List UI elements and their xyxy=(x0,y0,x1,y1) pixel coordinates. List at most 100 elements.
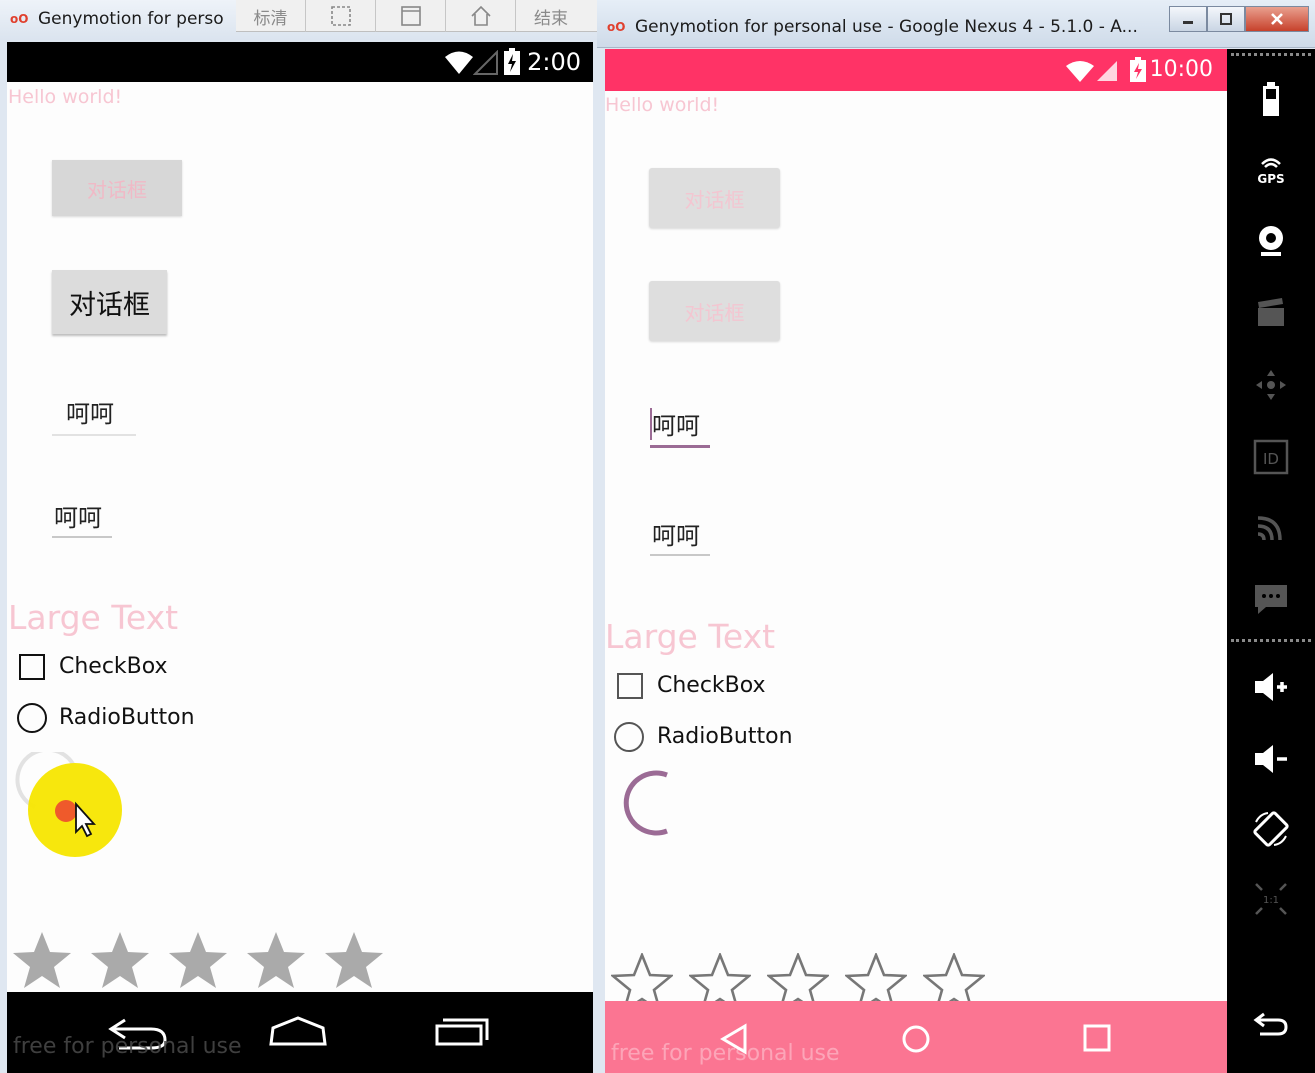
cast-widget-button[interactable] xyxy=(1249,505,1293,549)
battery-widget-button[interactable] xyxy=(1249,77,1293,121)
recents-nav-icon[interactable] xyxy=(433,1014,491,1048)
minimize-button[interactable] xyxy=(1169,6,1207,32)
checkbox-box-icon xyxy=(617,673,643,699)
back-icon xyxy=(1253,1012,1288,1036)
edit-text-2-value: 呵呵 xyxy=(652,522,700,550)
video-capture-icon xyxy=(1258,298,1284,326)
radio-label: RadioButton xyxy=(657,724,793,749)
edit-text-1-value: 呵呵 xyxy=(66,400,114,428)
left-navigation-bar xyxy=(7,992,593,1073)
dialog-button-disabled-2[interactable]: 对话框 xyxy=(649,281,780,341)
gps-widget-button[interactable]: GPS xyxy=(1249,147,1293,191)
panel-divider xyxy=(1231,53,1311,56)
dpad-icon xyxy=(1256,370,1286,400)
radio-label: RadioButton xyxy=(59,705,195,730)
checkbox-label: CheckBox xyxy=(59,654,168,679)
maximize-button[interactable] xyxy=(1207,6,1245,32)
dialog-button[interactable]: 对话框 xyxy=(52,270,167,334)
hello-world-text: Hello world! xyxy=(8,86,123,108)
volume-up-button[interactable] xyxy=(1249,665,1293,709)
window-icon xyxy=(400,6,421,26)
toolbar-quality-label: 标清 xyxy=(253,8,288,29)
left-window-title: Genymotion for perso xyxy=(38,9,224,29)
left-watermark: free for personal use xyxy=(13,1034,242,1059)
home-nav-icon[interactable] xyxy=(267,1014,329,1048)
star-icon[interactable] xyxy=(89,930,151,994)
dialog-button-disabled[interactable]: 对话框 xyxy=(52,160,182,216)
dialog-button-disabled-1[interactable]: 对话框 xyxy=(649,168,780,228)
edit-text-2-value: 呵呵 xyxy=(54,504,102,532)
right-watermark: free for personal use xyxy=(611,1041,840,1066)
right-emulator-window: oO Genymotion for personal use - Google … xyxy=(597,0,1315,1073)
dialog-button-disabled-label: 对话框 xyxy=(87,177,147,202)
close-button[interactable] xyxy=(1245,6,1309,32)
radio-circle-icon xyxy=(17,703,47,733)
svg-text:1:1: 1:1 xyxy=(1263,895,1279,906)
dialog-button-disabled-1-label: 对话框 xyxy=(684,187,745,212)
star-icon[interactable] xyxy=(11,930,73,994)
left-status-clock: 2:00 xyxy=(527,48,581,76)
right-title-bar[interactable]: oO Genymotion for personal use - Google … xyxy=(597,0,1315,48)
toolbar-quality-button[interactable]: 标清 xyxy=(236,0,306,32)
edit-text-field-1[interactable]: 呵呵 xyxy=(52,392,136,436)
left-status-bar: 2:00 xyxy=(7,42,593,82)
right-window-title: Genymotion for personal use - Google Nex… xyxy=(635,17,1138,37)
edit-text-field-2[interactable]: 呵呵 xyxy=(52,498,112,538)
large-text: Large Text xyxy=(8,598,179,637)
checkbox[interactable]: CheckBox xyxy=(19,650,189,684)
checkbox[interactable]: CheckBox xyxy=(617,669,787,703)
device-id-widget-button[interactable]: ID xyxy=(1249,435,1293,479)
battery-icon xyxy=(1263,82,1279,116)
rotate-icon xyxy=(1253,811,1289,847)
genymotion-logo-icon: oO xyxy=(607,20,626,34)
radio-button[interactable]: RadioButton xyxy=(17,700,217,736)
edit-text-field-2[interactable]: 呵呵 xyxy=(650,514,710,556)
star-icon[interactable] xyxy=(323,930,385,994)
edit-text-1-value: 呵呵 xyxy=(652,412,700,440)
home-house-icon xyxy=(470,5,491,26)
battery-charging-icon xyxy=(1130,57,1146,82)
pixel-perfect-button[interactable]: 1:1 xyxy=(1249,877,1293,921)
volume-up-icon xyxy=(1255,673,1287,701)
genymotion-logo-icon: oO xyxy=(10,12,29,26)
cast-icon xyxy=(1257,516,1282,541)
checkbox-box-icon xyxy=(19,654,45,680)
toolbar-end-label: 结束 xyxy=(534,8,568,29)
left-emulator-window: oO Genymotion for perso 标清 结束 2:00 Hello… xyxy=(0,0,597,1073)
minimize-icon xyxy=(1183,21,1193,24)
webcam-widget-button[interactable] xyxy=(1249,219,1293,263)
dialog-button-label: 对话框 xyxy=(69,289,150,321)
checkbox-label: CheckBox xyxy=(657,673,766,698)
pixel-perfect-icon: 1:1 xyxy=(1255,883,1287,915)
rating-bar[interactable] xyxy=(11,930,401,994)
svg-text:GPS: GPS xyxy=(1257,172,1284,186)
maximize-icon xyxy=(1220,13,1232,25)
toolbar-window-button[interactable] xyxy=(376,0,446,32)
star-icon[interactable] xyxy=(167,930,229,994)
sms-icon xyxy=(1255,585,1287,614)
select-region-icon xyxy=(330,6,351,26)
dpad-widget-button[interactable] xyxy=(1249,363,1293,407)
progress-spinner-icon xyxy=(15,752,122,857)
volume-down-icon xyxy=(1255,745,1287,773)
radio-button[interactable]: RadioButton xyxy=(614,719,814,755)
toolbar-select-region-button[interactable] xyxy=(306,0,376,32)
star-icon[interactable] xyxy=(245,930,307,994)
rotate-button[interactable] xyxy=(1249,807,1293,851)
edit-text-field-1-focused[interactable]: 呵呵 xyxy=(650,404,710,448)
recents-nav-icon[interactable] xyxy=(1082,1023,1112,1053)
close-icon xyxy=(1271,13,1283,25)
window-controls xyxy=(1169,6,1309,32)
back-hardware-button[interactable] xyxy=(1249,1001,1293,1045)
toolbar-end-button[interactable]: 结束 xyxy=(516,0,586,32)
sms-widget-button[interactable] xyxy=(1249,577,1293,621)
genymotion-side-panel: GPS ID 1:1 xyxy=(1227,49,1315,1073)
toolbar-home-button[interactable] xyxy=(446,0,516,32)
dialog-button-disabled-2-label: 对话框 xyxy=(684,300,745,325)
home-nav-icon[interactable] xyxy=(900,1023,932,1055)
cell-signal-icon xyxy=(473,50,498,75)
video-capture-widget-button[interactable] xyxy=(1249,291,1293,335)
svg-text:ID: ID xyxy=(1263,450,1279,468)
volume-down-button[interactable] xyxy=(1249,737,1293,781)
hello-world-text: Hello world! xyxy=(605,94,720,116)
